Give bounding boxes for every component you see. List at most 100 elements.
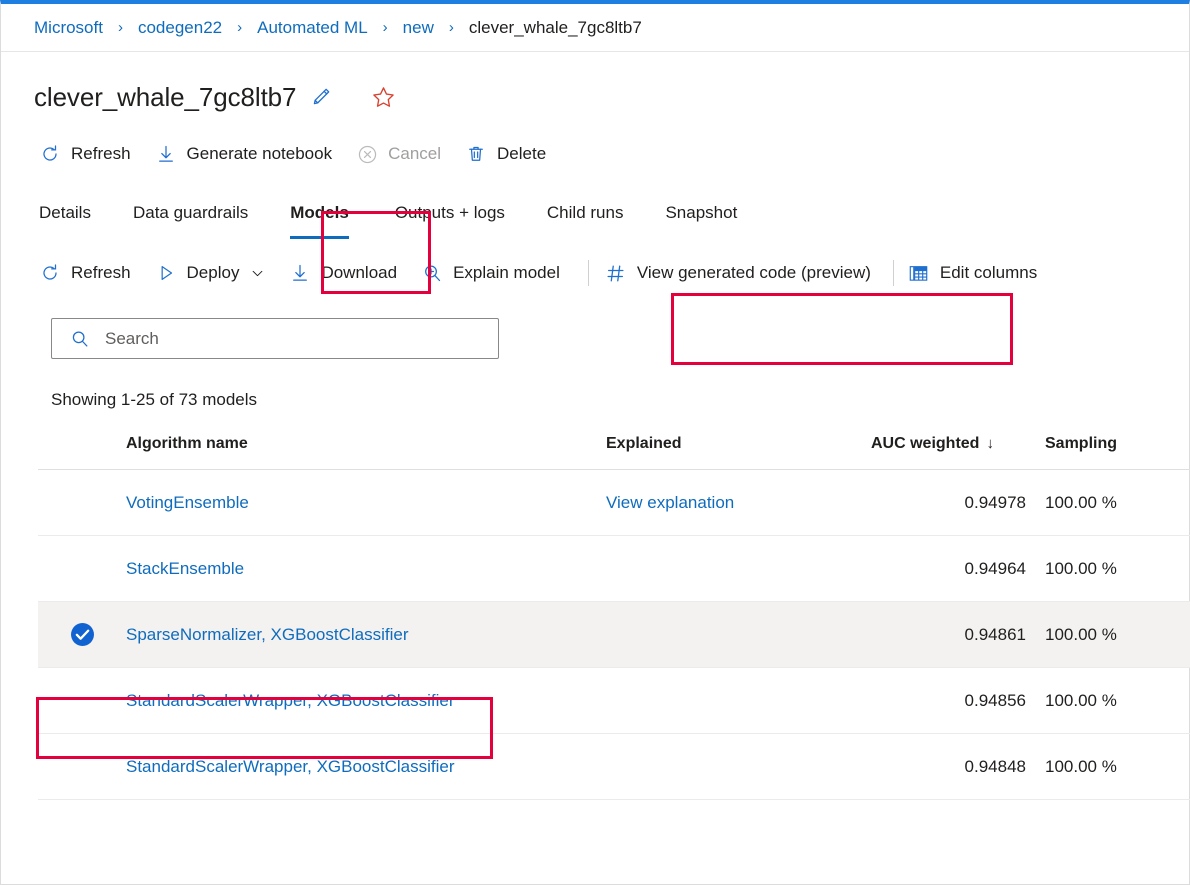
tab-details[interactable]: Details xyxy=(39,193,91,223)
row-select-cell[interactable] xyxy=(38,602,126,668)
row-algorithm-cell: VotingEnsemble xyxy=(126,470,606,536)
row-auc-cell: 0.94848 xyxy=(871,734,1026,800)
command-bar: Refresh Generate notebook Cancel xyxy=(1,137,1189,171)
algorithm-link[interactable]: StandardScalerWrapper, XGBoostClassifier xyxy=(126,757,455,776)
tab-underline xyxy=(290,236,349,239)
tab-label: Data guardrails xyxy=(133,203,248,222)
breadcrumb-item-automated-ml[interactable]: Automated ML xyxy=(257,18,368,38)
explain-model-button[interactable]: Explain model xyxy=(421,256,560,290)
breadcrumb-item-codegen22[interactable]: codegen22 xyxy=(138,18,222,38)
view-explanation-link[interactable]: View explanation xyxy=(606,493,734,512)
refresh-label: Refresh xyxy=(71,144,131,164)
algorithm-link[interactable]: VotingEnsemble xyxy=(126,493,249,512)
cancel-button: Cancel xyxy=(356,137,441,171)
row-select-cell[interactable] xyxy=(38,470,126,536)
column-header-label: Algorithm name xyxy=(126,435,248,452)
search-box[interactable] xyxy=(51,318,499,359)
models-refresh-label: Refresh xyxy=(71,263,131,283)
view-generated-code-highlight-box xyxy=(671,293,1013,365)
tab-models[interactable]: Models xyxy=(290,193,349,223)
toolbar-divider xyxy=(588,260,589,286)
table-row[interactable]: StackEnsemble 0.94964 100.00 % xyxy=(38,536,1190,602)
page-root: Microsoft › codegen22 › Automated ML › n… xyxy=(0,0,1190,885)
tab-list: Details Data guardrails Models Outputs +… xyxy=(1,193,1189,241)
tab-label: Outputs + logs xyxy=(395,203,505,222)
tab-data-guardrails[interactable]: Data guardrails xyxy=(133,193,248,223)
view-generated-code-label: View generated code (preview) xyxy=(637,263,871,283)
edit-columns-button[interactable]: Edit columns xyxy=(908,256,1037,290)
breadcrumb-item-microsoft[interactable]: Microsoft xyxy=(34,18,103,38)
refresh-icon xyxy=(39,143,61,165)
algorithm-link[interactable]: SparseNormalizer, XGBoostClassifier xyxy=(126,625,408,644)
table-row[interactable]: StandardScalerWrapper, XGBoostClassifier… xyxy=(38,668,1190,734)
row-select-cell[interactable] xyxy=(38,536,126,602)
search-icon xyxy=(70,329,90,349)
row-auc-cell: 0.94964 xyxy=(871,536,1026,602)
table-grid-icon xyxy=(908,262,930,284)
row-algorithm-cell: StandardScalerWrapper, XGBoostClassifier xyxy=(126,668,606,734)
magnifier-plus-icon xyxy=(421,262,443,284)
row-sampling-cell: 100.00 % xyxy=(1026,536,1190,602)
table-header: Algorithm name Explained AUC weighted ↓ S… xyxy=(38,435,1190,470)
results-count-label: Showing 1-25 of 73 models xyxy=(51,390,1189,410)
tab-label: Details xyxy=(39,203,91,222)
sort-descending-icon: ↓ xyxy=(986,435,994,452)
row-sampling-cell: 100.00 % xyxy=(1026,734,1190,800)
download-button[interactable]: Download xyxy=(289,256,397,290)
models-refresh-button[interactable]: Refresh xyxy=(39,256,131,290)
breadcrumb-separator: › xyxy=(449,19,454,36)
trash-icon xyxy=(465,143,487,165)
page-title: clever_whale_7gc8ltb7 xyxy=(34,82,296,113)
breadcrumb: Microsoft › codegen22 › Automated ML › n… xyxy=(1,4,1189,52)
column-header-auc-weighted[interactable]: AUC weighted ↓ xyxy=(871,435,1026,470)
delete-button[interactable]: Delete xyxy=(465,137,546,171)
download-arrow-icon xyxy=(155,143,177,165)
cancel-circle-icon xyxy=(356,143,378,165)
generate-notebook-label: Generate notebook xyxy=(187,144,333,164)
search-input[interactable] xyxy=(103,328,487,350)
table-row[interactable]: StandardScalerWrapper, XGBoostClassifier… xyxy=(38,734,1190,800)
column-header-label: AUC weighted xyxy=(871,435,979,452)
algorithm-link[interactable]: StandardScalerWrapper, XGBoostClassifier xyxy=(126,691,455,710)
row-explained-cell xyxy=(606,536,871,602)
breadcrumb-item-new[interactable]: new xyxy=(403,18,434,38)
column-header-label: Sampling xyxy=(1045,435,1117,452)
column-header-sampling[interactable]: Sampling xyxy=(1026,435,1190,470)
cancel-label: Cancel xyxy=(388,144,441,164)
view-generated-code-button[interactable]: View generated code (preview) xyxy=(605,256,871,290)
table-body: VotingEnsemble View explanation 0.94978 … xyxy=(38,470,1190,800)
tab-label: Child runs xyxy=(547,203,624,222)
tab-label: Models xyxy=(290,203,349,222)
title-row: clever_whale_7gc8ltb7 xyxy=(1,79,1189,115)
star-outline-icon[interactable] xyxy=(370,84,396,110)
deploy-label: Deploy xyxy=(187,263,240,283)
row-algorithm-cell: StandardScalerWrapper, XGBoostClassifier xyxy=(126,734,606,800)
table-row[interactable]: SparseNormalizer, XGBoostClassifier 0.94… xyxy=(38,602,1190,668)
column-header-explained[interactable]: Explained xyxy=(606,435,871,470)
refresh-button[interactable]: Refresh xyxy=(39,137,131,171)
pencil-icon[interactable] xyxy=(308,84,334,110)
play-triangle-icon xyxy=(155,262,177,284)
algorithm-link[interactable]: StackEnsemble xyxy=(126,559,244,578)
breadcrumb-separator: › xyxy=(237,19,242,36)
tab-outputs-logs[interactable]: Outputs + logs xyxy=(395,193,505,223)
row-selected-check-icon[interactable] xyxy=(69,622,95,648)
deploy-button[interactable]: Deploy xyxy=(155,256,266,290)
download-label: Download xyxy=(321,263,397,283)
row-explained-cell xyxy=(606,602,871,668)
chevron-down-icon[interactable] xyxy=(250,266,265,281)
models-command-bar: Refresh Deploy xyxy=(1,253,1189,293)
tab-child-runs[interactable]: Child runs xyxy=(547,193,624,223)
tab-snapshot[interactable]: Snapshot xyxy=(665,193,737,223)
row-algorithm-cell: SparseNormalizer, XGBoostClassifier xyxy=(126,602,606,668)
generate-notebook-button[interactable]: Generate notebook xyxy=(155,137,333,171)
row-sampling-cell: 100.00 % xyxy=(1026,470,1190,536)
table-row[interactable]: VotingEnsemble View explanation 0.94978 … xyxy=(38,470,1190,536)
row-select-cell[interactable] xyxy=(38,734,126,800)
row-select-cell[interactable] xyxy=(38,668,126,734)
row-auc-cell: 0.94978 xyxy=(871,470,1026,536)
download-arrow-icon xyxy=(289,262,311,284)
hash-icon xyxy=(605,262,627,284)
explain-model-label: Explain model xyxy=(453,263,560,283)
column-header-algorithm-name[interactable]: Algorithm name xyxy=(126,435,606,470)
